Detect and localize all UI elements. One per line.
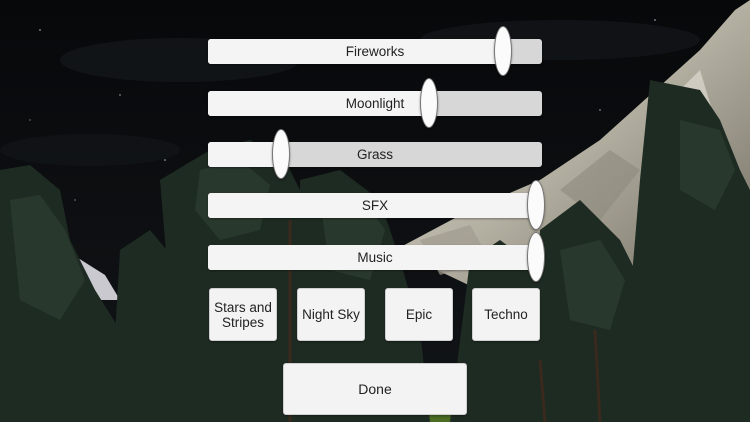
slider-label: Moonlight — [345, 96, 405, 111]
slider-thumb[interactable] — [493, 26, 512, 76]
music-volume-slider[interactable]: Music — [208, 232, 546, 282]
fireworks-volume-slider[interactable]: Fireworks — [208, 26, 542, 76]
moonlight-volume-slider[interactable]: Moonlight — [208, 78, 542, 128]
slider-thumb[interactable] — [271, 129, 290, 179]
grass-volume-slider[interactable]: Grass — [208, 129, 542, 179]
sfx-volume-slider[interactable]: SFX — [208, 180, 546, 230]
slider-thumb[interactable] — [420, 78, 439, 128]
night-sky-button[interactable]: Night Sky — [297, 288, 365, 341]
slider-thumb[interactable] — [527, 180, 546, 230]
done-button[interactable]: Done — [283, 363, 467, 415]
techno-button[interactable]: Techno — [472, 288, 540, 341]
stars-and-stripes-button[interactable]: Stars and Stripes — [209, 288, 277, 341]
slider-label: Music — [357, 250, 393, 265]
epic-button[interactable]: Epic — [385, 288, 453, 341]
slider-label: SFX — [361, 198, 389, 213]
slider-label: Grass — [356, 147, 393, 162]
slider-label: Fireworks — [345, 44, 405, 59]
slider-thumb[interactable] — [527, 232, 546, 282]
